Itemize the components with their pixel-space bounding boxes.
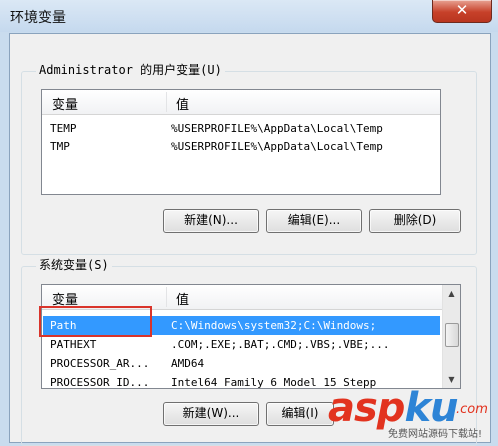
system-new-button[interactable]: 新建(W)...	[163, 402, 259, 426]
column-header-value[interactable]: 值	[176, 94, 189, 113]
column-header-variable[interactable]: 变量	[52, 94, 78, 113]
variable-name: PROCESSOR_AR...	[50, 357, 150, 370]
window-title: 环境变量	[10, 10, 66, 26]
variable-name: PATHEXT	[50, 338, 97, 351]
scrollbar-thumb[interactable]	[445, 323, 459, 347]
user-variables-label: Administrator 的用户变量(U)	[36, 61, 225, 78]
annotation-highlight	[39, 306, 152, 337]
variable-value: C:\Windows\system32;C:\Windows;	[171, 319, 377, 332]
user-delete-button[interactable]: 删除(D)	[369, 209, 461, 233]
user-variables-list[interactable]: 变量 值 TEMP %USERPROFILE%\AppData\Local\Te…	[41, 89, 441, 195]
scroll-up-icon[interactable]: ▲	[443, 285, 460, 302]
close-icon: ✕	[455, 1, 469, 19]
variable-value: %USERPROFILE%\AppData\Local\Temp	[171, 140, 383, 153]
system-variables-label: 系统变量(S)	[36, 256, 112, 273]
user-new-button[interactable]: 新建(N)...	[163, 209, 259, 233]
system-edit-button[interactable]: 编辑(I)	[266, 402, 334, 426]
vertical-scrollbar[interactable]: ▲ ▼	[442, 285, 460, 388]
variable-name: TMP	[50, 140, 70, 153]
list-item[interactable]: PATHEXT .COM;.EXE;.BAT;.CMD;.VBS;.VBE;..…	[43, 335, 440, 354]
column-header-value[interactable]: 值	[176, 289, 189, 308]
variable-value: .COM;.EXE;.BAT;.CMD;.VBS;.VBE;...	[171, 338, 390, 351]
variable-value: AMD64	[171, 357, 205, 370]
list-item[interactable]: TMP %USERPROFILE%\AppData\Local\Temp	[43, 137, 413, 156]
dialog-body: Administrator 的用户变量(U) 变量 值 TEMP %USERPR…	[9, 33, 491, 446]
user-edit-button[interactable]: 编辑(E)...	[266, 209, 362, 233]
variable-value: %USERPROFILE%\AppData\Local\Temp	[171, 122, 383, 135]
variable-name: PROCESSOR_ID...	[50, 376, 150, 389]
list-item[interactable]: PROCESSOR_AR... AMD64	[43, 354, 440, 373]
title-bar[interactable]: 环境变量 ✕	[0, 0, 498, 32]
close-button[interactable]: ✕	[432, 0, 492, 23]
list-item[interactable]: TEMP %USERPROFILE%\AppData\Local\Temp	[43, 119, 413, 138]
variable-name: TEMP	[50, 122, 77, 135]
watermark-logo: aspku .com 免费网站源码下载站!	[328, 385, 488, 440]
user-list-header: 变量 值	[42, 90, 440, 115]
